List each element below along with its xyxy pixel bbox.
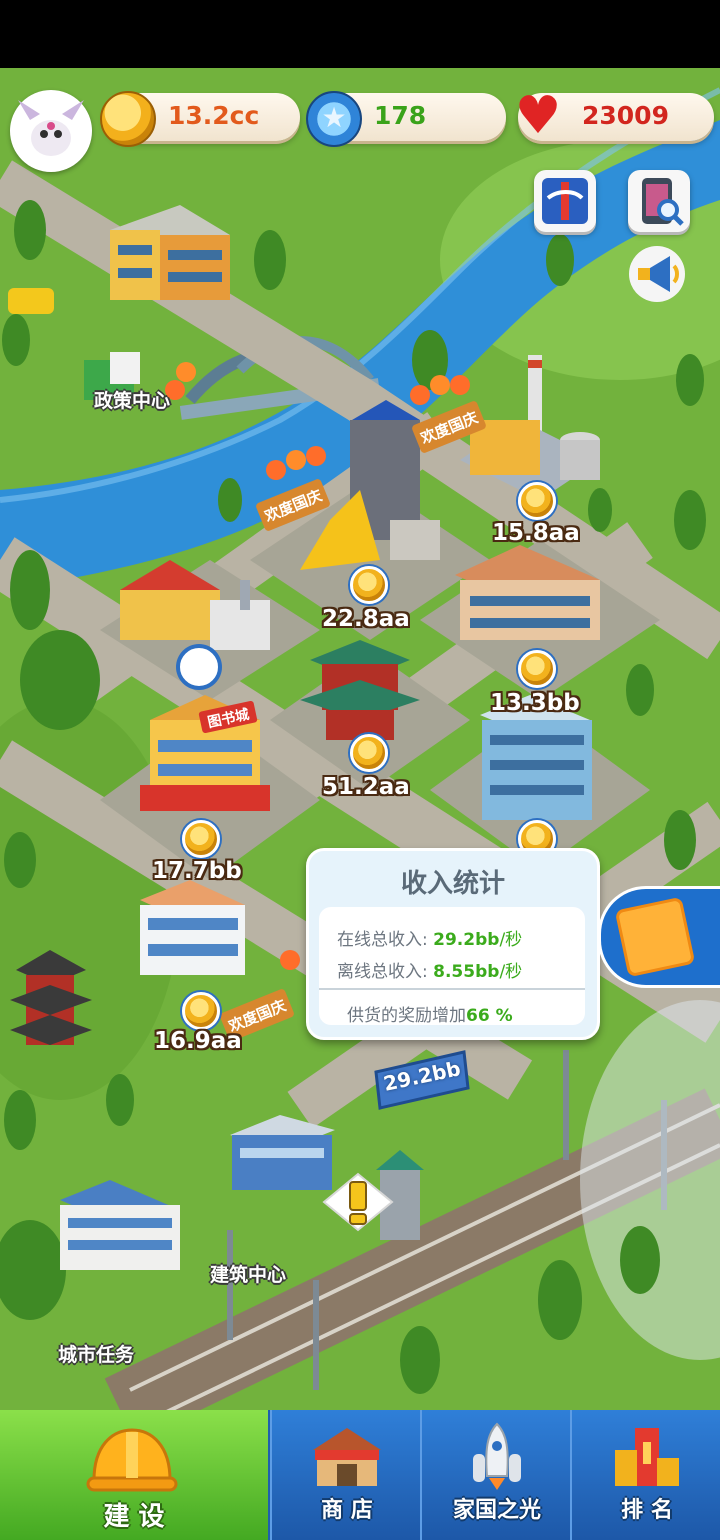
coin-collect-icon[interactable] xyxy=(350,734,388,772)
tab-build[interactable]: 建 设 xyxy=(0,1410,268,1540)
phone-search-button[interactable] xyxy=(628,170,690,232)
tab-homeland-label: 家国之光 xyxy=(452,1498,541,1523)
online-income-value: 29.2bb xyxy=(433,930,500,950)
building-income-label: 16.9aa xyxy=(154,1028,242,1054)
coin-collect-icon[interactable] xyxy=(518,482,556,520)
broadcast-button[interactable] xyxy=(624,244,690,304)
heart-icon: ♥ xyxy=(514,86,562,146)
coin-icon xyxy=(100,91,156,147)
blueprint-pencil-icon xyxy=(614,896,696,978)
shop-icon xyxy=(313,1428,381,1486)
supply-bonus-value: 66 % xyxy=(466,1006,513,1026)
tab-shop-label: 商 店 xyxy=(321,1498,373,1523)
online-income-unit: /秒 xyxy=(499,930,523,950)
star-balance-pill[interactable]: ★ 178 xyxy=(306,91,506,147)
coin-collect-icon[interactable] xyxy=(182,992,220,1030)
heart-balance: 23009 xyxy=(582,101,669,130)
offline-income-value: 8.55bb xyxy=(433,962,500,982)
building-label-policy-center[interactable]: 政策中心 xyxy=(94,386,170,413)
status-bar xyxy=(0,0,720,68)
star-balance: 178 xyxy=(374,101,427,130)
stats-divider xyxy=(319,988,585,990)
offline-income-unit: /秒 xyxy=(499,962,523,982)
offline-income-row: 离线总收入: 8.55bb/秒 xyxy=(337,957,522,982)
supply-bonus-row: 供货的奖励增加66 % xyxy=(347,1001,513,1026)
rocket-icon xyxy=(473,1422,521,1490)
offline-income-label: 离线总收入: xyxy=(337,962,428,982)
podium-icon xyxy=(615,1428,679,1486)
supply-bonus-label: 供货的奖励增加 xyxy=(347,1006,466,1026)
event-tower-button[interactable] xyxy=(534,170,596,232)
building-income-label: 13.3bb xyxy=(490,690,580,716)
event-tower-icon xyxy=(542,178,588,224)
bottom-nav: 建 设 商 店 家国之光 排 名 xyxy=(0,1410,720,1540)
hard-hat-icon xyxy=(86,1428,178,1492)
heart-balance-pill[interactable]: ♥ 23009 xyxy=(515,90,714,142)
building-income-label: 15.8aa xyxy=(492,520,580,546)
coin-balance: 13.2cc xyxy=(168,101,260,130)
online-income-label: 在线总收入: xyxy=(337,930,428,950)
tab-homeland[interactable]: 家国之光 xyxy=(420,1410,572,1540)
tab-rank-label: 排 名 xyxy=(621,1498,673,1523)
coin-collect-icon[interactable] xyxy=(518,650,556,688)
online-income-row: 在线总收入: 29.2bb/秒 xyxy=(337,925,522,950)
phone-search-icon xyxy=(642,178,684,226)
building-income-label: 22.8aa xyxy=(322,606,410,632)
coin-collect-icon[interactable] xyxy=(350,566,388,604)
tab-rank[interactable]: 排 名 xyxy=(570,1410,720,1540)
tab-build-label: 建 设 xyxy=(103,1502,165,1532)
player-avatar[interactable] xyxy=(10,90,92,172)
building-label-architecture-center[interactable]: 建筑中心 xyxy=(210,1260,286,1287)
tab-shop[interactable]: 商 店 xyxy=(270,1410,422,1540)
megaphone-icon xyxy=(629,246,685,302)
building-label-city-mission[interactable]: 城市任务 xyxy=(58,1340,134,1367)
quest-alert-icon[interactable] xyxy=(320,1168,396,1234)
income-stats-panel[interactable]: 收入统计 在线总收入: 29.2bb/秒 离线总收入: 8.55bb/秒 供货的… xyxy=(306,848,600,1040)
coin-balance-pill[interactable]: 13.2cc xyxy=(100,91,300,147)
building-income-label: 17.7bb xyxy=(152,858,242,884)
build-plan-button[interactable] xyxy=(598,886,720,988)
income-billboard: 29.2bb xyxy=(372,1050,472,1110)
building-income-label: 51.2aa xyxy=(322,774,410,800)
exclamation-icon xyxy=(322,1172,394,1232)
star-icon: ★ xyxy=(306,91,362,147)
upgrade-ring-icon[interactable] xyxy=(180,648,218,686)
avatar-creature-icon xyxy=(18,100,84,156)
income-stats-title: 收入统计 xyxy=(400,869,505,899)
coin-collect-icon[interactable] xyxy=(182,820,220,858)
